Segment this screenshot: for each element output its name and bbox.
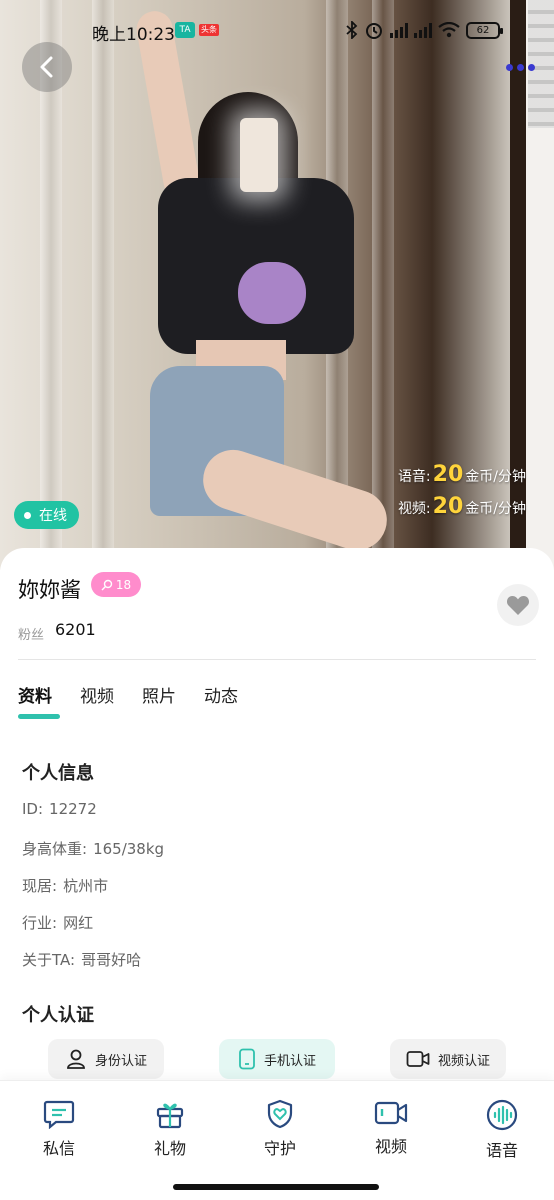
back-button[interactable] bbox=[22, 42, 72, 92]
video-icon bbox=[406, 1051, 430, 1067]
info-value: 网红 bbox=[63, 914, 94, 932]
voice-call-label: 语音 bbox=[485, 1141, 518, 1160]
video-call-label: 视频 bbox=[374, 1137, 407, 1156]
voice-price: 语音: 20 金币/分钟 bbox=[398, 462, 526, 487]
info-label: ID: bbox=[22, 800, 44, 818]
fans-label: 粉丝 bbox=[18, 628, 45, 643]
divider bbox=[18, 659, 536, 660]
profile-card: 妳妳酱 18 粉丝 6201 资料 视频 照片 动态 个人信息 ID: 12272… bbox=[0, 548, 554, 1088]
info-label: 关于TA: bbox=[22, 951, 76, 969]
signal-icon bbox=[390, 22, 408, 38]
message-button[interactable]: 私信 bbox=[19, 1099, 99, 1159]
info-value: 杭州市 bbox=[63, 877, 109, 895]
active-tab-indicator bbox=[18, 714, 60, 719]
personal-info-title: 个人信息 bbox=[22, 763, 94, 784]
voice-call-button[interactable]: 语音 bbox=[462, 1099, 542, 1161]
info-row-about: 关于TA: 哥哥好哈 bbox=[22, 949, 141, 970]
gift-icon bbox=[156, 1103, 184, 1129]
info-label: 身高体重: bbox=[22, 840, 88, 858]
fans-count: 6201 bbox=[55, 620, 96, 639]
message-label: 私信 bbox=[42, 1139, 75, 1158]
wifi-icon bbox=[438, 22, 460, 38]
phone-icon bbox=[239, 1048, 255, 1070]
info-label: 现居: bbox=[22, 877, 58, 895]
tab-moments[interactable]: 动态 bbox=[204, 682, 238, 707]
verify-identity[interactable]: 身份认证 bbox=[48, 1039, 164, 1079]
photo-detail bbox=[92, 0, 114, 570]
guard-button[interactable]: 守护 bbox=[240, 1099, 320, 1159]
info-row-id: ID: 12272 bbox=[22, 800, 97, 818]
more-dots-icon bbox=[528, 63, 535, 71]
video-price-value: 20 bbox=[432, 494, 464, 519]
info-value: 12272 bbox=[49, 800, 97, 818]
voice-price-unit: 金币/分钟 bbox=[465, 469, 526, 485]
video-price-unit: 金币/分钟 bbox=[465, 501, 526, 517]
photo-detail bbox=[372, 0, 394, 570]
app-notification-badge: 头条 bbox=[199, 24, 219, 36]
info-row-location: 现居: 杭州市 bbox=[22, 875, 108, 896]
level-badge: 18 bbox=[91, 572, 141, 597]
signal-icon bbox=[414, 22, 432, 38]
photo-detail bbox=[240, 118, 278, 192]
verification-title: 个人认证 bbox=[22, 1005, 94, 1026]
verify-identity-label: 身份认证 bbox=[94, 1053, 147, 1069]
tab-videos[interactable]: 视频 bbox=[80, 682, 114, 707]
video-call-icon bbox=[374, 1101, 408, 1125]
app-notification-badge: TA bbox=[175, 22, 195, 38]
photo-detail bbox=[195, 442, 395, 558]
online-status-badge: 在线 bbox=[14, 501, 79, 529]
verify-video-label: 视频认证 bbox=[437, 1053, 490, 1069]
gift-label: 礼物 bbox=[153, 1139, 186, 1158]
home-indicator[interactable] bbox=[173, 1184, 379, 1190]
info-value: 哥哥好哈 bbox=[81, 951, 142, 969]
level-icon bbox=[101, 579, 113, 590]
status-bar: 晚上10:23 TA 头条 62 bbox=[0, 18, 554, 46]
verify-phone-label: 手机认证 bbox=[263, 1053, 316, 1069]
battery-icon: 62 bbox=[466, 21, 503, 39]
person-icon bbox=[67, 1049, 85, 1069]
voice-call-icon bbox=[486, 1099, 518, 1131]
verify-phone[interactable]: 手机认证 bbox=[219, 1039, 335, 1079]
status-time: 晚上10:23 bbox=[92, 25, 175, 45]
level-value: 18 bbox=[115, 577, 132, 592]
guard-shield-icon bbox=[267, 1099, 293, 1129]
message-icon bbox=[43, 1100, 75, 1129]
online-status-label: 在线 bbox=[39, 508, 67, 524]
more-dots-icon bbox=[506, 63, 513, 71]
heart-icon bbox=[506, 596, 530, 615]
status-icons: 62 bbox=[346, 20, 503, 40]
chevron-left-icon bbox=[40, 56, 53, 78]
online-dot-icon bbox=[24, 511, 31, 519]
video-price-label: 视频: bbox=[397, 501, 431, 517]
info-row-industry: 行业: 网红 bbox=[22, 912, 93, 933]
guard-label: 守护 bbox=[263, 1139, 296, 1158]
profile-name: 妳妳酱 bbox=[18, 578, 81, 602]
profile-tabs: 资料 视频 照片 动态 bbox=[18, 682, 238, 707]
photo-detail bbox=[238, 262, 306, 324]
tab-photos[interactable]: 照片 bbox=[142, 682, 176, 707]
bottom-action-bar: 私信 礼物 守护 视频 语音 bbox=[0, 1080, 554, 1200]
bluetooth-icon bbox=[346, 21, 358, 39]
verification-list: 身份认证 手机认证 视频认证 bbox=[48, 1039, 506, 1081]
gift-button[interactable]: 礼物 bbox=[130, 1099, 210, 1159]
info-label: 行业: bbox=[22, 914, 58, 932]
tab-info[interactable]: 资料 bbox=[18, 682, 52, 707]
info-row-height-weight: 身高体重: 165/38kg bbox=[22, 838, 164, 859]
verify-video[interactable]: 视频认证 bbox=[390, 1039, 506, 1079]
voice-price-label: 语音: bbox=[397, 469, 431, 485]
info-value: 165/38kg bbox=[93, 840, 165, 858]
profile-photo[interactable]: 晚上10:23 TA 头条 62 语音: 20 金币/分钟 视频: 20 金币/… bbox=[0, 0, 554, 570]
alarm-icon bbox=[366, 23, 382, 39]
video-call-button[interactable]: 视频 bbox=[351, 1099, 431, 1157]
more-dots-icon bbox=[517, 63, 524, 71]
voice-price-value: 20 bbox=[432, 462, 464, 487]
favorite-button[interactable] bbox=[497, 584, 539, 626]
video-price: 视频: 20 金币/分钟 bbox=[398, 494, 526, 519]
more-options-button[interactable] bbox=[506, 52, 554, 82]
